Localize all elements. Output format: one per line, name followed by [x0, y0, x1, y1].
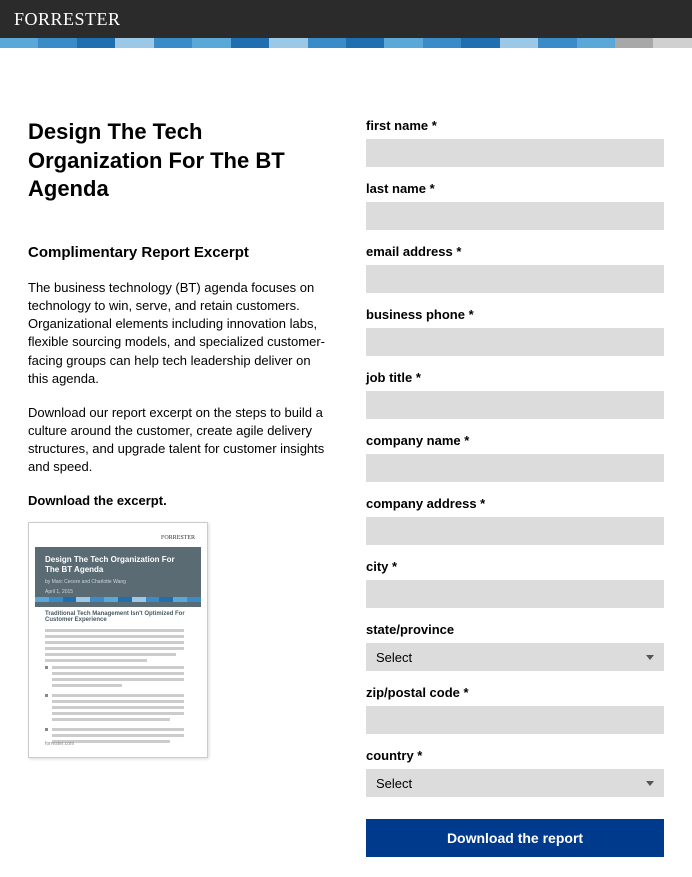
- content-area: Design The Tech Organization For The BT …: [0, 48, 692, 877]
- chevron-down-icon: [646, 655, 654, 660]
- select-state-value: Select: [376, 650, 412, 665]
- left-column: Design The Tech Organization For The BT …: [28, 118, 326, 857]
- form-column: first name * last name * email address *…: [366, 118, 664, 857]
- input-phone[interactable]: [366, 328, 664, 356]
- intro-paragraph-1: The business technology (BT) agenda focu…: [28, 279, 326, 388]
- label-email: email address *: [366, 244, 664, 259]
- field-email: email address *: [366, 244, 664, 293]
- label-last-name: last name *: [366, 181, 664, 196]
- report-thumbnail[interactable]: FORRESTER Design The Tech Organization F…: [28, 522, 208, 758]
- field-state: state/province Select: [366, 622, 664, 671]
- field-first-name: first name *: [366, 118, 664, 167]
- label-first-name: first name *: [366, 118, 664, 133]
- top-bar: FORRESTER: [0, 0, 692, 38]
- input-email[interactable]: [366, 265, 664, 293]
- thumbnail-footer: forrester.com: [45, 741, 74, 747]
- chevron-down-icon: [646, 781, 654, 786]
- field-last-name: last name *: [366, 181, 664, 230]
- brand-logo: FORRESTER: [14, 9, 121, 30]
- submit-button[interactable]: Download the report: [366, 819, 664, 857]
- field-country: country * Select: [366, 748, 664, 797]
- input-first-name[interactable]: [366, 139, 664, 167]
- select-country[interactable]: Select: [366, 769, 664, 797]
- label-company: company name *: [366, 433, 664, 448]
- select-country-value: Select: [376, 776, 412, 791]
- page-subheading: Complimentary Report Excerpt: [28, 244, 326, 261]
- label-state: state/province: [366, 622, 664, 637]
- field-company: company name *: [366, 433, 664, 482]
- label-address: company address *: [366, 496, 664, 511]
- download-label: Download the excerpt.: [28, 493, 326, 508]
- thumbnail-body: Traditional Tech Management Isn't Optimi…: [45, 611, 191, 746]
- thumbnail-heading: Traditional Tech Management Isn't Optimi…: [45, 611, 191, 623]
- input-job-title[interactable]: [366, 391, 664, 419]
- label-phone: business phone *: [366, 307, 664, 322]
- field-zip: zip/postal code *: [366, 685, 664, 734]
- field-address: company address *: [366, 496, 664, 545]
- thumbnail-title: Design The Tech Organization For The BT …: [45, 555, 191, 576]
- label-city: city *: [366, 559, 664, 574]
- stripe-decoration: [0, 38, 692, 48]
- select-state[interactable]: Select: [366, 643, 664, 671]
- input-last-name[interactable]: [366, 202, 664, 230]
- input-zip[interactable]: [366, 706, 664, 734]
- input-city[interactable]: [366, 580, 664, 608]
- thumbnail-date: April 1, 2015: [45, 589, 191, 595]
- thumbnail-stripe: [35, 597, 201, 602]
- thumbnail-brand: FORRESTER: [161, 535, 195, 541]
- label-zip: zip/postal code *: [366, 685, 664, 700]
- input-address[interactable]: [366, 517, 664, 545]
- label-job-title: job title *: [366, 370, 664, 385]
- label-country: country *: [366, 748, 664, 763]
- thumbnail-byline: by Marc Cecere and Charlotte Wang: [45, 579, 191, 585]
- intro-paragraph-2: Download our report excerpt on the steps…: [28, 404, 326, 477]
- field-phone: business phone *: [366, 307, 664, 356]
- page-headline: Design The Tech Organization For The BT …: [28, 118, 326, 204]
- field-job-title: job title *: [366, 370, 664, 419]
- input-company[interactable]: [366, 454, 664, 482]
- field-city: city *: [366, 559, 664, 608]
- thumbnail-inner: FORRESTER Design The Tech Organization F…: [35, 529, 201, 751]
